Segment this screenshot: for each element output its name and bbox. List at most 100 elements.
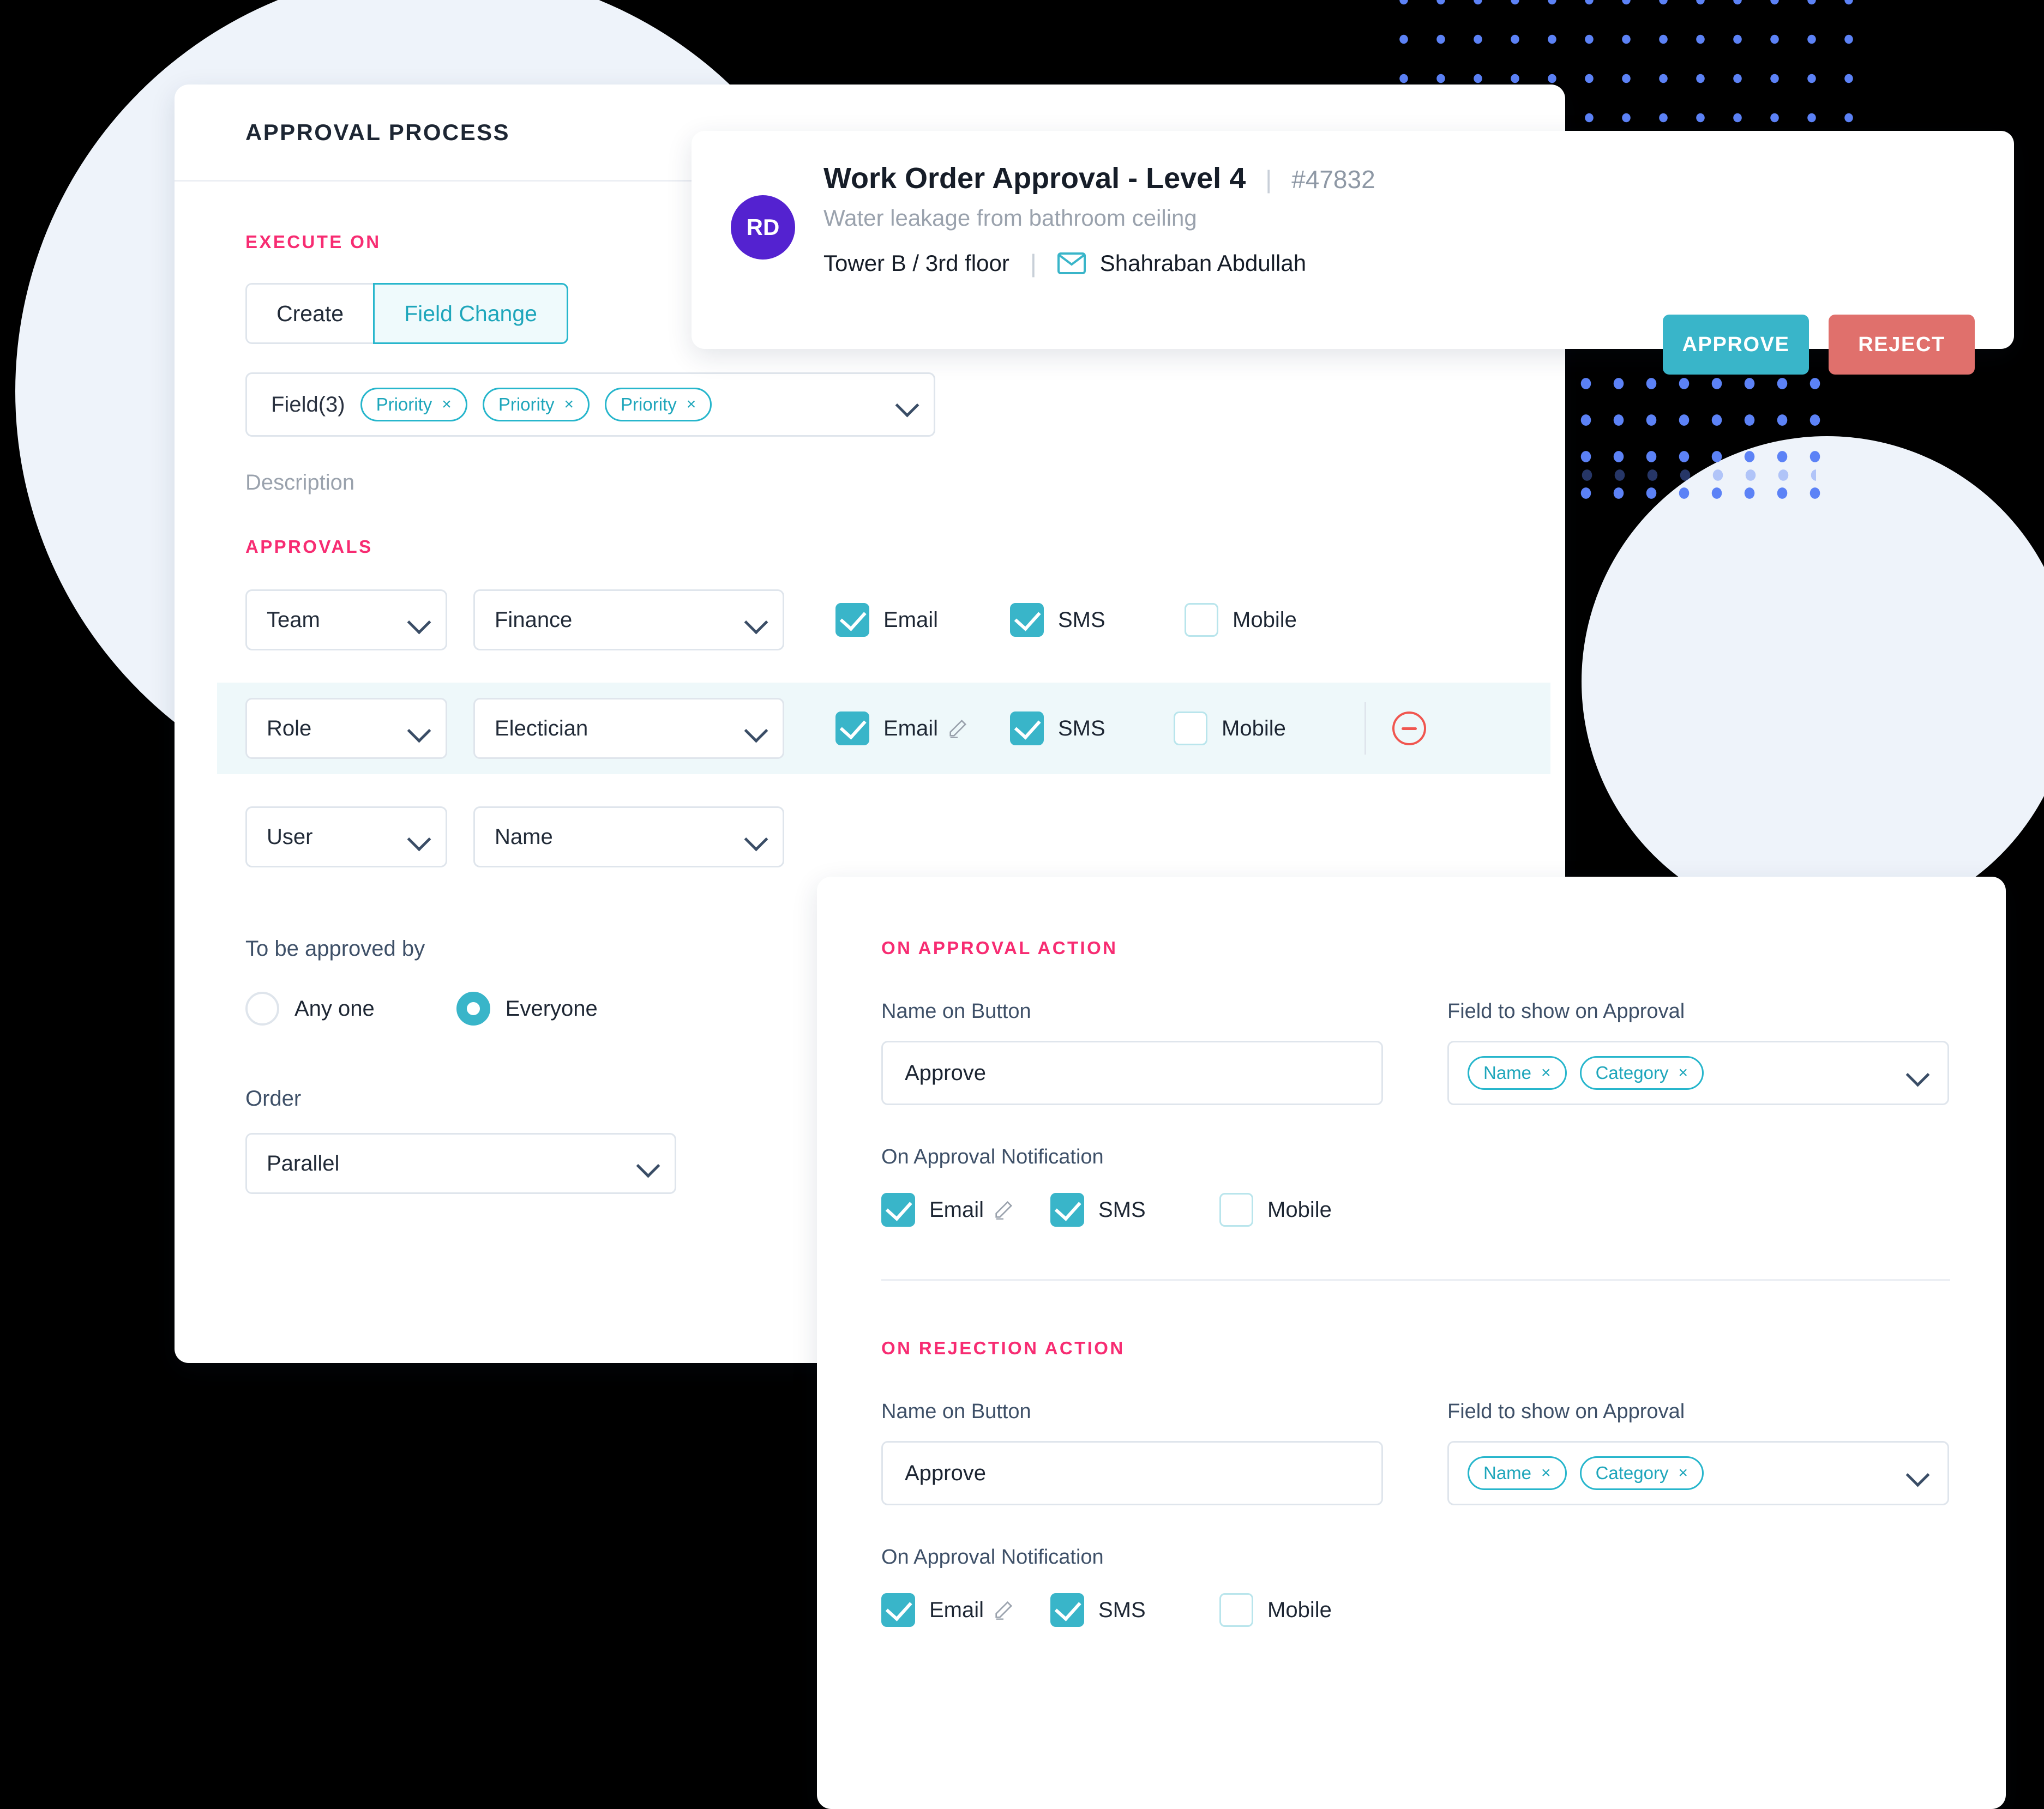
rejection-button-name-label: Name on Button bbox=[881, 1400, 1031, 1423]
chevron-down-icon[interactable] bbox=[744, 611, 766, 632]
pencil-edit-icon[interactable] bbox=[947, 717, 969, 739]
field-chip-category[interactable]: Category × bbox=[1579, 1056, 1704, 1090]
rejection-button-name-input[interactable]: Approve bbox=[881, 1441, 1383, 1505]
chip-remove-icon[interactable]: × bbox=[564, 395, 574, 414]
checkbox-mobile-icon[interactable] bbox=[1174, 711, 1207, 745]
field-chip-name[interactable]: Name × bbox=[1468, 1056, 1567, 1090]
channel-mobile-1[interactable]: Mobile bbox=[1185, 603, 1359, 637]
chevron-down-icon[interactable] bbox=[1906, 1063, 1928, 1085]
chevron-down-icon[interactable] bbox=[895, 394, 917, 415]
approver-name-select-3[interactable]: Name bbox=[473, 806, 784, 867]
chevron-down-icon[interactable] bbox=[407, 828, 429, 849]
on-approval-action-label: ON APPROVAL ACTION bbox=[881, 938, 1118, 958]
checkbox-mobile-icon[interactable] bbox=[1219, 1593, 1253, 1627]
page-root: APPROVAL PROCESS EXECUTE ON Create Field… bbox=[0, 0, 2044, 1809]
checkbox-sms-icon[interactable] bbox=[1010, 711, 1044, 745]
chip-label: Category bbox=[1595, 1463, 1669, 1483]
order-select[interactable]: Parallel bbox=[245, 1133, 676, 1194]
channel-mobile-2[interactable]: Mobile bbox=[1174, 711, 1348, 745]
chip-remove-icon[interactable]: × bbox=[1541, 1464, 1551, 1482]
work-order-actions: APPROVE REJECT bbox=[1663, 315, 1975, 375]
approval-button-name-label: Name on Button bbox=[881, 1000, 1031, 1023]
work-order-subtitle: Water leakage from bathroom ceiling bbox=[823, 205, 1197, 231]
checkbox-sms-icon[interactable] bbox=[1050, 1193, 1084, 1227]
approve-button[interactable]: APPROVE bbox=[1663, 315, 1809, 375]
checkbox-sms-icon[interactable] bbox=[1050, 1593, 1084, 1627]
tab-create[interactable]: Create bbox=[245, 283, 375, 344]
on-rejection-action-label: ON REJECTION ACTION bbox=[881, 1338, 1125, 1358]
channel-email-1[interactable]: Email bbox=[835, 603, 1010, 637]
chevron-down-icon[interactable] bbox=[636, 1154, 658, 1176]
chip-remove-icon[interactable]: × bbox=[687, 395, 696, 414]
rejection-field-show-select[interactable]: Name × Category × bbox=[1447, 1441, 1949, 1505]
checkbox-email-icon[interactable] bbox=[835, 603, 869, 637]
approver-type-select-3[interactable]: User bbox=[245, 806, 447, 867]
rejection-channel-email[interactable]: Email bbox=[881, 1593, 1050, 1627]
channel-label: Email bbox=[883, 607, 939, 632]
checkbox-email-icon[interactable] bbox=[881, 1193, 915, 1227]
page-title: APPROVAL PROCESS bbox=[245, 119, 510, 145]
approval-row: Role Electician Email SMS Mobile bbox=[217, 683, 1550, 774]
approval-button-name-input[interactable]: Approve bbox=[881, 1041, 1383, 1105]
chip-remove-icon[interactable]: × bbox=[1678, 1464, 1688, 1482]
channel-label: Mobile bbox=[1267, 1197, 1332, 1222]
tab-field-change[interactable]: Field Change bbox=[373, 283, 568, 344]
checkbox-sms-icon[interactable] bbox=[1010, 603, 1044, 637]
channel-label: SMS bbox=[1058, 607, 1105, 632]
chevron-down-icon[interactable] bbox=[1906, 1463, 1928, 1485]
approver-name-select-2[interactable]: Electician bbox=[473, 698, 784, 759]
approver-name-select-1[interactable]: Finance bbox=[473, 589, 784, 650]
decorative-dot-grid-right-faded bbox=[1571, 457, 1816, 506]
field-chip-priority-1[interactable]: Priority × bbox=[360, 388, 467, 421]
field-chip-priority-3[interactable]: Priority × bbox=[605, 388, 712, 421]
work-order-content: RD Work Order Approval - Level 4 | #4783… bbox=[731, 161, 1975, 278]
approval-channel-sms[interactable]: SMS bbox=[1050, 1193, 1219, 1227]
field-chip-name[interactable]: Name × bbox=[1468, 1456, 1567, 1490]
field-chip-category[interactable]: Category × bbox=[1579, 1456, 1704, 1490]
chevron-down-icon[interactable] bbox=[744, 719, 766, 741]
approval-notification-group: On Approval Notification Email SMS Mobil… bbox=[881, 1145, 1949, 1227]
rejection-button-name-group: Name on Button Approve bbox=[881, 1400, 1404, 1505]
checkbox-email-icon[interactable] bbox=[881, 1593, 915, 1627]
approval-field-show-select[interactable]: Name × Category × bbox=[1447, 1041, 1949, 1105]
chevron-down-icon[interactable] bbox=[744, 828, 766, 849]
description-input[interactable]: Description bbox=[245, 471, 1565, 495]
channel-email-2[interactable]: Email bbox=[835, 711, 1010, 745]
on-rejection-action-block: ON REJECTION ACTION Name on Button Appro… bbox=[881, 1338, 1949, 1627]
checkbox-mobile-icon[interactable] bbox=[1185, 603, 1218, 637]
checkbox-mobile-icon[interactable] bbox=[1219, 1193, 1253, 1227]
channel-label: Email bbox=[929, 1197, 984, 1222]
checkbox-email-icon[interactable] bbox=[835, 711, 869, 745]
radio-icon-selected[interactable] bbox=[456, 992, 490, 1026]
select-value: Name bbox=[495, 824, 553, 849]
rejection-field-show-group: Field to show on Approval Name × Categor… bbox=[1447, 1400, 1949, 1505]
radio-any-one[interactable]: Any one bbox=[245, 992, 375, 1026]
field-chip-priority-2[interactable]: Priority × bbox=[482, 388, 590, 421]
chip-remove-icon[interactable]: × bbox=[1541, 1064, 1551, 1082]
notification-channels-1: Email SMS Mobile bbox=[835, 603, 1359, 637]
on-rejection-action-fields: Name on Button Approve Field to show on … bbox=[881, 1400, 1949, 1505]
radio-everyone[interactable]: Everyone bbox=[456, 992, 598, 1026]
channel-sms-2[interactable]: SMS bbox=[1010, 711, 1174, 745]
approver-type-select-1[interactable]: Team bbox=[245, 589, 447, 650]
radio-label: Any one bbox=[294, 996, 375, 1021]
chevron-down-icon[interactable] bbox=[407, 611, 429, 632]
select-value: Team bbox=[267, 607, 320, 632]
reject-button[interactable]: REJECT bbox=[1829, 315, 1975, 375]
approval-channel-mobile[interactable]: Mobile bbox=[1219, 1193, 1388, 1227]
pencil-edit-icon[interactable] bbox=[993, 1199, 1014, 1221]
chip-remove-icon[interactable]: × bbox=[1678, 1064, 1688, 1082]
work-order-meta: Tower B / 3rd floor | Shahraban Abdullah bbox=[823, 249, 1375, 278]
rejection-channel-mobile[interactable]: Mobile bbox=[1219, 1593, 1388, 1627]
approval-channel-email[interactable]: Email bbox=[881, 1193, 1050, 1227]
section-divider bbox=[881, 1279, 1950, 1281]
chevron-down-icon[interactable] bbox=[407, 719, 429, 741]
rejection-channel-sms[interactable]: SMS bbox=[1050, 1593, 1219, 1627]
remove-row-icon[interactable] bbox=[1392, 711, 1426, 745]
approver-type-select-2[interactable]: Role bbox=[245, 698, 447, 759]
channel-sms-1[interactable]: SMS bbox=[1010, 603, 1185, 637]
chip-remove-icon[interactable]: × bbox=[442, 395, 452, 414]
field-multiselect[interactable]: Field(3) Priority × Priority × Priority … bbox=[245, 372, 935, 437]
radio-icon[interactable] bbox=[245, 992, 279, 1026]
pencil-edit-icon[interactable] bbox=[993, 1599, 1014, 1621]
